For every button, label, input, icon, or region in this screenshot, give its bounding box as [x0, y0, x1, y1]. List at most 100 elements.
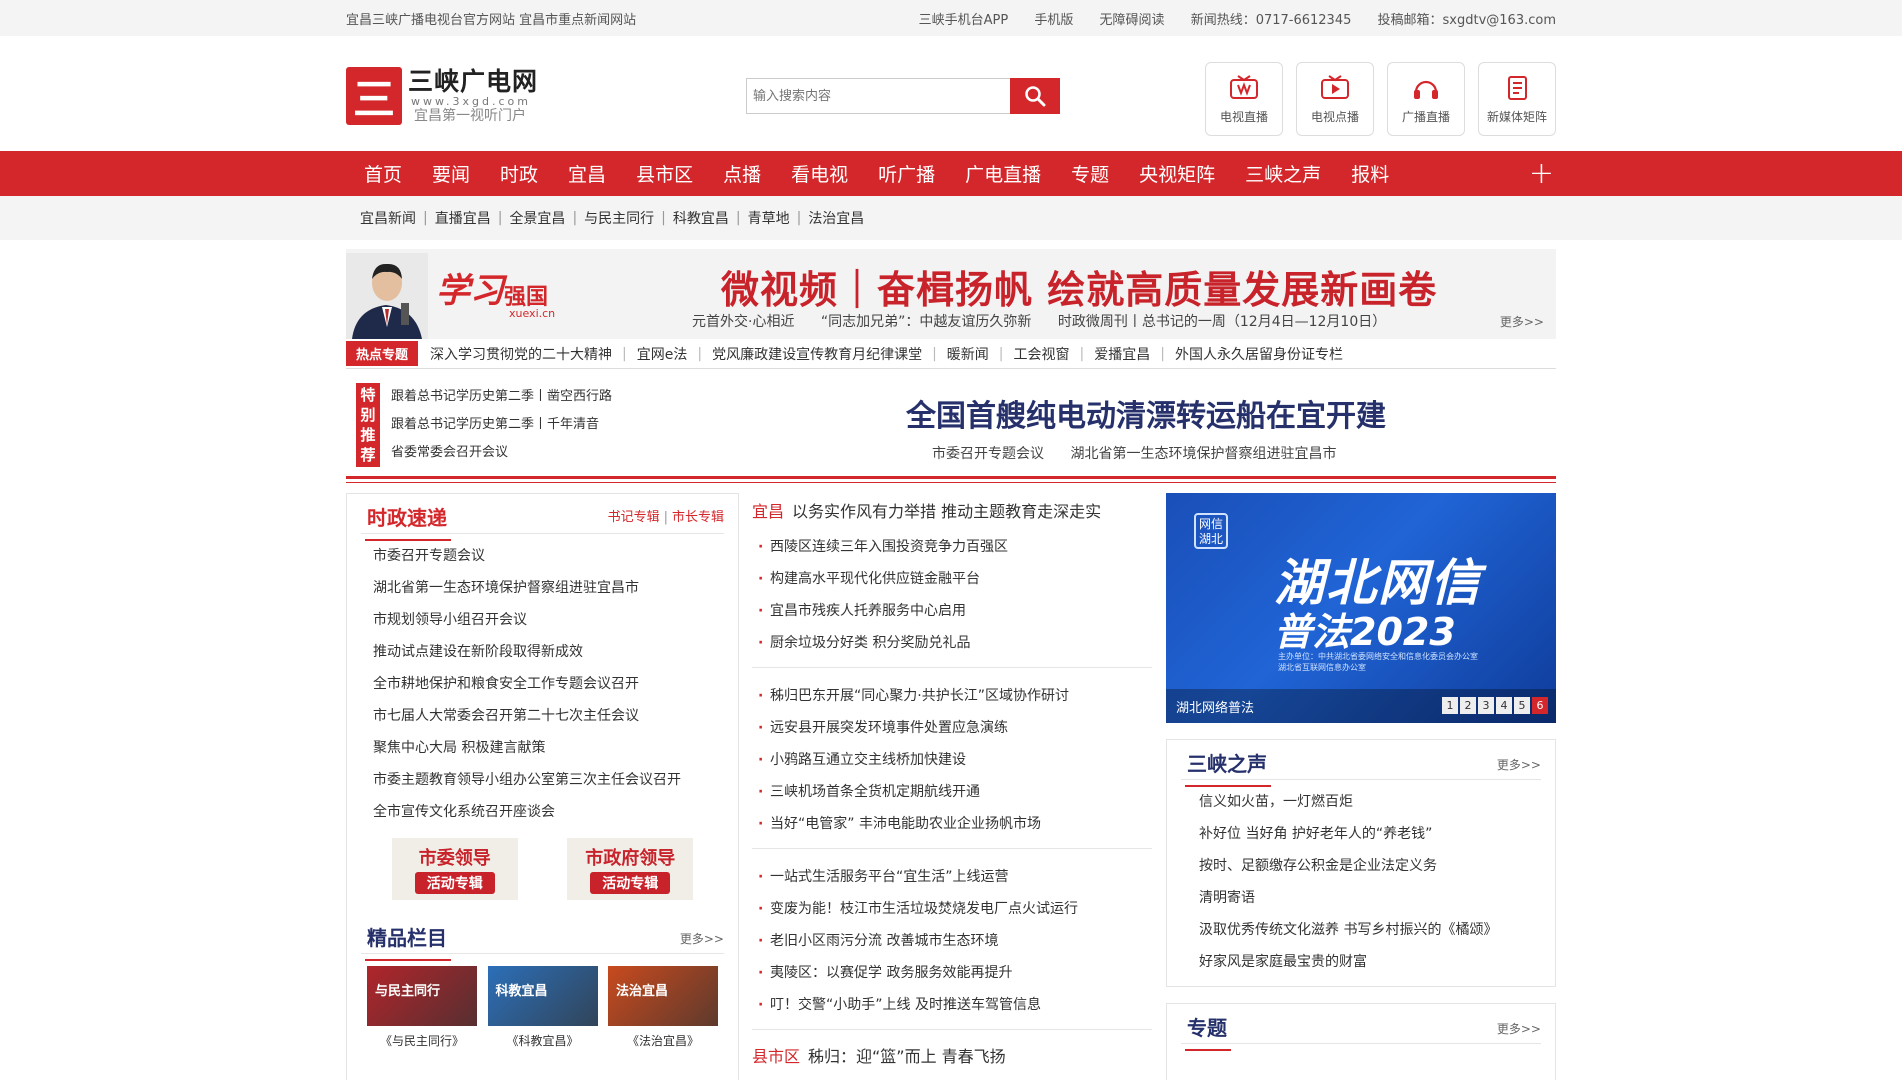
- list-item[interactable]: 市委主题教育领导小组办公室第三次主任会议召开: [373, 764, 738, 796]
- banner-sublink[interactable]: 元首外交·心相近: [692, 314, 794, 330]
- topic-title[interactable]: 专题: [1185, 1012, 1231, 1051]
- top-link-mobile[interactable]: 手机版: [1034, 13, 1073, 28]
- list-item[interactable]: 变废为能！枝江市生活垃圾焚烧发电厂点火试运行: [758, 893, 1152, 925]
- nav-counties[interactable]: 县市区: [636, 160, 693, 187]
- voice-more-link[interactable]: 更多>>: [1497, 756, 1541, 773]
- nav-yichang[interactable]: 宜昌: [568, 160, 606, 187]
- subnav-item[interactable]: 青草地: [748, 208, 790, 228]
- list-item[interactable]: 按时、足额缴存公积金是企业法定义务: [1199, 850, 1555, 882]
- hot-topic-link[interactable]: 外国人永久居留身份证专栏: [1175, 344, 1343, 364]
- jingpin-more-link[interactable]: 更多>>: [680, 930, 724, 947]
- list-item[interactable]: 远安县开展突发环境事件处置应急演练: [758, 712, 1152, 744]
- list-item[interactable]: 市七届人大常委会召开第二十七次主任会议: [373, 700, 738, 732]
- tv-live-button[interactable]: 电视直播: [1205, 62, 1283, 136]
- politics-title[interactable]: 时政速递: [365, 502, 451, 541]
- tv-vod-button[interactable]: 电视点播: [1296, 62, 1374, 136]
- list-item[interactable]: 当好“电管家” 丰沛电能助农业企业扬帆市场: [758, 808, 1152, 840]
- nav-tv[interactable]: 看电视: [791, 160, 848, 187]
- special-sublink[interactable]: 市委召开专题会议: [932, 446, 1044, 462]
- nav-politics[interactable]: 时政: [500, 160, 538, 187]
- program-card[interactable]: 科教宜昌 《科教宜昌》: [487, 966, 598, 1049]
- secretary-link[interactable]: 书记专辑: [608, 510, 660, 525]
- search-input[interactable]: [746, 78, 1010, 114]
- new-media-button[interactable]: 新媒体矩阵: [1478, 62, 1556, 136]
- hot-topic-link[interactable]: 深入学习贯彻党的二十大精神: [430, 344, 612, 364]
- nav-voice[interactable]: 三峡之声: [1245, 160, 1321, 187]
- search-button[interactable]: [1010, 78, 1060, 114]
- list-item[interactable]: 好家风是家庭最宝贵的财富: [1199, 946, 1555, 978]
- party-leader-album[interactable]: 市委领导 活动专辑: [391, 838, 518, 900]
- nav-radio[interactable]: 听广播: [878, 160, 935, 187]
- subnav-item[interactable]: 直播宜昌: [435, 208, 491, 228]
- carousel-page[interactable]: 3: [1478, 697, 1494, 714]
- list-item[interactable]: 小鸦路互通立交主线桥加快建设: [758, 744, 1152, 776]
- list-item[interactable]: 老旧小区雨污分流 改善城市生态环境: [758, 925, 1152, 957]
- county-headline[interactable]: 县市区 秭归：迎“篮”而上 青春飞扬: [752, 1038, 1152, 1072]
- nav-cctv[interactable]: 央视矩阵: [1139, 160, 1215, 187]
- list-item[interactable]: 厨余垃圾分好类 积分奖励兑礼品: [758, 627, 1152, 659]
- category-label[interactable]: 县市区: [752, 1047, 800, 1066]
- carousel-page[interactable]: 5: [1514, 697, 1530, 714]
- subnav-item[interactable]: 宜昌新闻: [360, 208, 416, 228]
- special-link[interactable]: 跟着总书记学历史第二季丨凿空西行路: [391, 383, 612, 411]
- list-item[interactable]: 湖北省第一生态环境保护督察组进驻宜昌市: [373, 572, 738, 604]
- subnav-item[interactable]: 全景宜昌: [509, 208, 565, 228]
- special-headline[interactable]: 全国首艘纯电动清漂转运船在宜开建: [906, 391, 1386, 435]
- list-item[interactable]: 市委召开专题会议: [373, 540, 738, 572]
- topic-more-link[interactable]: 更多>>: [1497, 1020, 1541, 1037]
- list-item[interactable]: 西陵区连续三年入围投资竞争力百强区: [758, 531, 1152, 563]
- nav-expand-icon[interactable]: +: [1529, 158, 1554, 189]
- list-item[interactable]: 三峡机场首条全货机定期航线开通: [758, 776, 1152, 808]
- subnav-item[interactable]: 科教宜昌: [673, 208, 729, 228]
- program-card[interactable]: 与民主同行 《与民主同行》: [367, 966, 477, 1049]
- program-card[interactable]: 法治宜昌 《法治宜昌》: [608, 966, 718, 1049]
- banner-more-link[interactable]: 更多>>: [1500, 313, 1544, 330]
- voice-title[interactable]: 三峡之声: [1185, 748, 1271, 787]
- carousel-page[interactable]: 1: [1442, 697, 1458, 714]
- hot-topic-link[interactable]: 党风廉政建设宣传教育月纪律课堂: [712, 344, 922, 364]
- list-item[interactable]: 汲取优秀传统文化滋养 书写乡村振兴的《橘颂》: [1199, 914, 1555, 946]
- list-item[interactable]: 夷陵区：以赛促学 政务服务效能再提升: [758, 957, 1152, 989]
- special-sublink[interactable]: 湖北省第一生态环境保护督察组进驻宜昌市: [1070, 446, 1336, 462]
- special-link[interactable]: 省委常委会召开会议: [391, 439, 612, 467]
- carousel-page[interactable]: 2: [1460, 697, 1476, 714]
- nav-topics[interactable]: 专题: [1071, 160, 1109, 187]
- yichang-headline[interactable]: 宜昌 以务实作风有力举措 推动主题教育走深走实: [752, 493, 1152, 527]
- nav-live[interactable]: 广电直播: [965, 160, 1041, 187]
- category-label[interactable]: 宜昌: [752, 502, 784, 521]
- banner-sublink[interactable]: “同志加兄弟”：中越友谊历久弥新: [821, 314, 1032, 330]
- nav-news[interactable]: 要闻: [432, 160, 470, 187]
- radio-live-button[interactable]: 广播直播: [1387, 62, 1465, 136]
- nav-report[interactable]: 报料: [1351, 160, 1389, 187]
- subnav-item[interactable]: 与民主同行: [584, 208, 654, 228]
- carousel-page-active[interactable]: 6: [1532, 697, 1548, 714]
- site-logo[interactable]: 三 三峡广电网 www.3xgd.com 宜昌第一视听门户: [346, 67, 538, 125]
- list-item[interactable]: 信义如火苗，一灯燃百炬: [1199, 786, 1555, 818]
- nav-vod[interactable]: 点播: [723, 160, 761, 187]
- list-item[interactable]: 聚焦中心大局 积极建言献策: [373, 732, 738, 764]
- xuexi-banner[interactable]: 学习 强国 xuexi.cn 微视频｜奋楫扬帆 绘就高质量发展新画卷 元首外交·…: [346, 249, 1556, 339]
- jingpin-title[interactable]: 精品栏目: [365, 922, 451, 961]
- special-link[interactable]: 跟着总书记学历史第二季丨千年清音: [391, 411, 612, 439]
- list-item[interactable]: 全市宣传文化系统召开座谈会: [373, 796, 738, 828]
- nav-home[interactable]: 首页: [364, 160, 402, 187]
- top-link-accessible[interactable]: 无障碍阅读: [1100, 13, 1165, 28]
- list-item[interactable]: 推动试点建设在新阶段取得新成效: [373, 636, 738, 668]
- hot-topic-link[interactable]: 爱播宜昌: [1094, 344, 1150, 364]
- banner-headline[interactable]: 微视频｜奋楫扬帆 绘就高质量发展新画卷: [721, 259, 1437, 314]
- list-item[interactable]: 叮！交警“小助手”上线 及时推送车驾管信息: [758, 989, 1152, 1021]
- top-email[interactable]: 投稿邮箱：sxgdtv@163.com: [1378, 13, 1556, 28]
- promo-carousel[interactable]: 网信湖北 湖北网信 普法2023 主办单位：中共湖北省委网络安全和信息化委员会办…: [1166, 493, 1556, 723]
- mayor-link[interactable]: 市长专辑: [672, 510, 724, 525]
- list-item[interactable]: 清明寄语: [1199, 882, 1555, 914]
- hot-topic-link[interactable]: 暖新闻: [947, 344, 989, 364]
- list-item[interactable]: 补好位 当好角 护好老年人的“养老钱”: [1199, 818, 1555, 850]
- hot-topic-link[interactable]: 工会视窗: [1014, 344, 1070, 364]
- list-item[interactable]: 市规划领导小组召开会议: [373, 604, 738, 636]
- top-link-app[interactable]: 三峡手机台APP: [919, 13, 1009, 28]
- list-item[interactable]: 构建高水平现代化供应链金融平台: [758, 563, 1152, 595]
- subnav-item[interactable]: 法治宜昌: [808, 208, 864, 228]
- banner-sublink[interactable]: 时政微周刊丨总书记的一周（12月4日—12月10日）: [1058, 314, 1386, 330]
- list-item[interactable]: 全市耕地保护和粮食安全工作专题会议召开: [373, 668, 738, 700]
- list-item[interactable]: 宜昌市残疾人托养服务中心启用: [758, 595, 1152, 627]
